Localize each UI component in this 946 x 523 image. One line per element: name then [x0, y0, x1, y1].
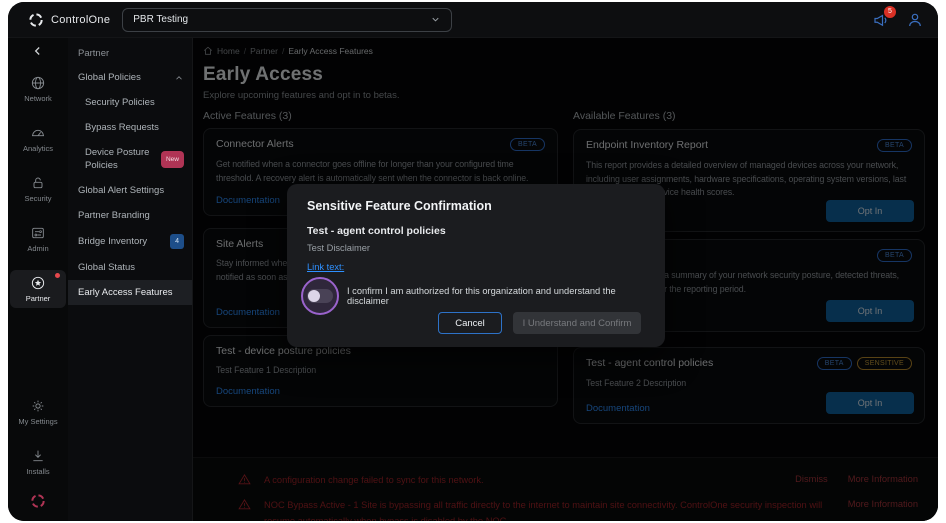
partner-sidebar: Partner Global Policies Security Policie… [68, 38, 193, 521]
top-bar: ControlOne PBR Testing 5 [8, 2, 938, 38]
sidebar-item-global-status[interactable]: Global Status [68, 255, 192, 280]
icon-rail: Network Analytics Security Admin Partner… [8, 38, 68, 521]
notification-badge: 5 [884, 5, 896, 18]
toggle-label: I confirm I am authorized for this organ… [347, 286, 616, 306]
rail-item-label: Admin [27, 244, 49, 253]
sidebar-item-device-posture-policies[interactable]: Device Posture Policies New [68, 140, 192, 178]
modal-disclaimer: Test Disclaimer [307, 243, 371, 253]
rail-item-admin[interactable]: Admin [10, 220, 66, 258]
globe-icon [31, 76, 45, 90]
topbar-actions: 5 [872, 5, 924, 29]
sidebar-item-label: Device Posture Policies [85, 147, 150, 171]
sidebar-title: Partner [78, 48, 110, 59]
lock-icon [33, 177, 43, 189]
sidebar-item-bypass-requests[interactable]: Bypass Requests [68, 115, 192, 140]
sensitive-feature-confirmation-modal: Sensitive Feature Confirmation Test - ag… [287, 184, 665, 347]
sidebar-item-label: Global Policies [78, 72, 141, 83]
authorization-toggle[interactable] [301, 277, 339, 315]
rail-item-label: Security [24, 194, 52, 203]
sidebar-item-label: Bridge Inventory [78, 236, 148, 247]
sidebar-item-label: Global Status [78, 262, 136, 273]
rail-item-analytics[interactable]: Analytics [10, 120, 66, 158]
cancel-button[interactable]: Cancel [438, 312, 502, 334]
account-button[interactable] [906, 11, 924, 29]
toggle-knob [308, 290, 320, 302]
modal-buttons: Cancel I Understand and Confirm [438, 312, 641, 334]
sidebar-item-security-policies[interactable]: Security Policies [68, 90, 192, 115]
sidebar-item-label: Partner Branding [78, 210, 150, 221]
rail-item-network[interactable]: Network [10, 70, 66, 108]
modal-feature-name: Test - agent control policies [307, 225, 446, 237]
settings-card-icon [32, 227, 44, 239]
chevron-left-icon [34, 47, 40, 55]
sidebar-item-label: Early Access Features [78, 287, 173, 298]
brand: ControlOne [28, 12, 110, 28]
rail-item-my-settings[interactable]: My Settings [10, 393, 66, 431]
disclaimer-link[interactable]: Link text: [307, 262, 344, 272]
sidebar-item-bridge-inventory[interactable]: Bridge Inventory 4 [68, 228, 192, 255]
chevron-up-icon [176, 75, 182, 80]
brand-name: ControlOne [51, 13, 111, 26]
modal-title: Sensitive Feature Confirmation [307, 199, 492, 213]
gear-icon [32, 400, 44, 412]
sidebar-item-global-alert-settings[interactable]: Global Alert Settings [68, 178, 192, 203]
rail-item-security[interactable]: Security [10, 170, 66, 208]
sidebar-item-label: Security Policies [85, 97, 155, 108]
count-badge: 4 [170, 234, 184, 249]
user-icon [909, 13, 921, 26]
click-highlight-halo [301, 277, 339, 315]
rail-item-partner[interactable]: Partner [10, 270, 66, 308]
chevron-down-icon [430, 14, 441, 25]
org-selector[interactable]: PBR Testing [122, 7, 453, 32]
sidebar-item-global-policies[interactable]: Global Policies [68, 65, 192, 90]
rail-item-installs[interactable]: Installs [10, 443, 66, 481]
controlone-logo-icon [29, 12, 43, 27]
new-badge: New [160, 150, 184, 168]
download-icon [33, 450, 43, 462]
authorization-toggle-row: I confirm I am authorized for this organ… [301, 277, 645, 315]
app-window: ControlOne PBR Testing 5 Network Analyti… [8, 2, 938, 521]
org-selector-value: PBR Testing [133, 14, 189, 25]
main-content: Home / Partner / Early Access Features E… [193, 38, 938, 521]
partner-star-icon [31, 276, 45, 290]
sidebar-item-label: Bypass Requests [85, 122, 159, 133]
sidebar-item-early-access-features[interactable]: Early Access Features [68, 280, 192, 305]
rail-item-label: Network [24, 94, 52, 103]
footer-logo-icon [31, 494, 45, 508]
confirm-button[interactable]: I Understand and Confirm [513, 312, 641, 334]
alert-dot [55, 273, 60, 278]
rail-item-label: Partner [25, 294, 51, 303]
announcements-button[interactable]: 5 [872, 5, 896, 29]
sidebar-item-label: Global Alert Settings [78, 185, 165, 196]
rail-item-label: Analytics [22, 144, 53, 153]
gauge-icon [32, 129, 44, 137]
rail-item-label: My Settings [18, 417, 58, 426]
rail-item-label: Installs [26, 467, 50, 476]
sidebar-item-partner-branding[interactable]: Partner Branding [68, 203, 192, 228]
collapse-sidebar-button[interactable] [31, 44, 45, 58]
